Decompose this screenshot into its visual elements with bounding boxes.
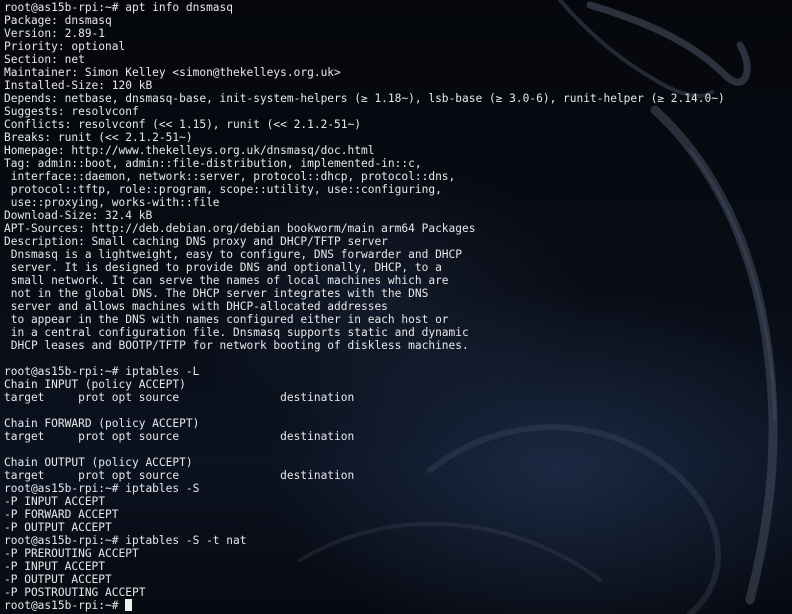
terminal-line: Maintainer: Simon Kelley <simon@thekelle… [4,66,341,79]
terminal-line: protocol::tftp, role::program, scope::ut… [4,183,442,196]
terminal-line: -P POSTROUTING ACCEPT [4,586,146,599]
terminal-line: -P INPUT ACCEPT [4,560,106,573]
terminal-line: Chain INPUT (policy ACCEPT) [4,378,186,391]
terminal-line: Download-Size: 32.4 kB [4,209,153,222]
terminal-line: Description: Small caching DNS proxy and… [4,235,388,248]
terminal-line: server. It is designed to provide DNS an… [4,261,442,274]
terminal-prompt-line[interactable]: root@as15b-rpi:~# [4,599,788,612]
terminal-output: root@as15b-rpi:~# apt info dnsmasq Packag… [4,1,788,612]
terminal-line: Installed-Size: 120 kB [4,79,153,92]
terminal-line: root@as15b-rpi:~# iptables -L [4,365,200,378]
terminal-line: in a central configuration file. Dnsmasq… [4,326,469,339]
terminal-line: root@as15b-rpi:~# apt info dnsmasq [4,1,234,14]
terminal-line: Chain FORWARD (policy ACCEPT) [4,417,200,430]
terminal-line: DHCP leases and BOOTP/TFTP for network b… [4,339,469,352]
shell-prompt: root@as15b-rpi:~# [4,599,126,612]
terminal-line: -P OUTPUT ACCEPT [4,521,112,534]
terminal-line: Section: net [4,53,85,66]
terminal-line: Suggests: resolvconf [4,105,139,118]
terminal-line: Depends: netbase, dnsmasq-base, init-sys… [4,92,725,105]
terminal-line: to appear in the DNS with names configur… [4,313,449,326]
terminal-line: root@as15b-rpi:~# iptables -S [4,482,200,495]
terminal-line: not in the global DNS. The DHCP server i… [4,287,429,300]
terminal-line: Package: dnsmasq [4,14,112,27]
terminal-line: Conflicts: resolvconf (<< 1.15), runit (… [4,118,361,131]
terminal-line: target prot opt source destination [4,430,355,443]
terminal-line: target prot opt source destination [4,469,355,482]
terminal-line: root@as15b-rpi:~# iptables -S -t nat [4,534,247,547]
terminal-line: small network. It can serve the names of… [4,274,449,287]
terminal-line: server and allows machines with DHCP-all… [4,300,388,313]
terminal-line: use::proxying, works-with::file [4,196,220,209]
terminal-line: Tag: admin::boot, admin::file-distributi… [4,157,422,170]
terminal-line: Dnsmasq is a lightweight, easy to config… [4,248,463,261]
terminal-line: -P PREROUTING ACCEPT [4,547,139,560]
text-cursor [125,599,133,611]
terminal-line: Breaks: runit (<< 2.1.2-51~) [4,131,193,144]
terminal-line: -P INPUT ACCEPT [4,495,106,508]
terminal-line: -P OUTPUT ACCEPT [4,573,112,586]
terminal-line: target prot opt source destination [4,391,355,404]
terminal-line: Homepage: http://www.thekelleys.org.uk/d… [4,144,375,157]
terminal-line: APT-Sources: http://deb.debian.org/debia… [4,222,476,235]
terminal-window[interactable]: root@as15b-rpi:~# apt info dnsmasq Packag… [0,0,792,614]
terminal-line: Chain OUTPUT (policy ACCEPT) [4,456,193,469]
terminal-line: Priority: optional [4,40,126,53]
terminal-line: interface::daemon, network::server, prot… [4,170,456,183]
terminal-line: Version: 2.89-1 [4,27,106,40]
terminal-line: -P FORWARD ACCEPT [4,508,119,521]
